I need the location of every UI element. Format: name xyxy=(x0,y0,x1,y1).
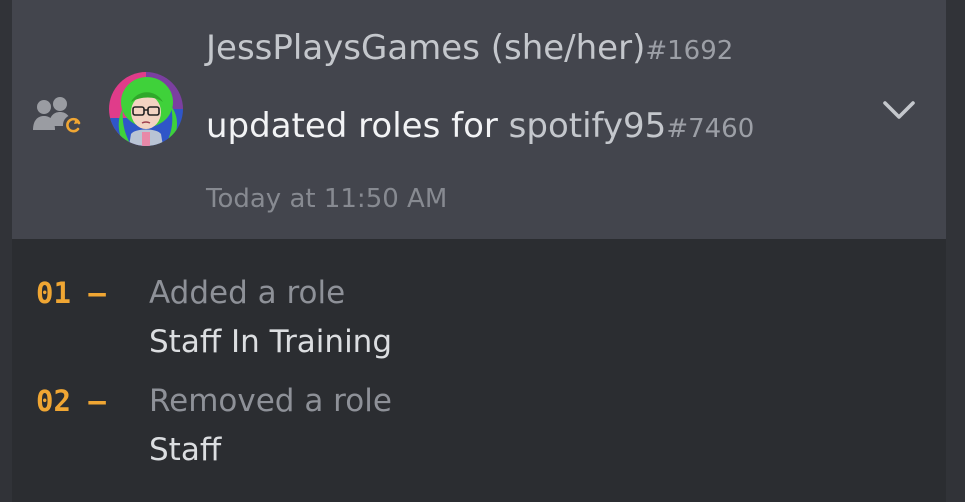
actor-discriminator: #1692 xyxy=(645,36,734,66)
chevron-down-icon[interactable] xyxy=(882,97,916,123)
audit-log-frame: JessPlaysGames (she/her)#1692 updated ro… xyxy=(0,0,965,502)
change-label: Removed a role xyxy=(149,383,392,419)
left-gutter xyxy=(0,0,12,502)
timestamp: Today at 11:50 AM xyxy=(206,184,448,214)
avatar[interactable] xyxy=(109,72,183,146)
target-discriminator: #7460 xyxy=(666,114,755,144)
action-text: updated roles for xyxy=(206,106,498,146)
change-label: Added a role xyxy=(149,275,346,311)
actor-name[interactable]: JessPlaysGames (she/her)#1692 xyxy=(206,28,733,71)
target-username[interactable]: spotify95 xyxy=(509,106,667,146)
actor-username[interactable]: JessPlaysGames (she/her) xyxy=(206,28,645,68)
change-number: 01 — xyxy=(36,276,106,310)
change-number: 02 — xyxy=(36,384,106,418)
right-gutter xyxy=(946,0,965,502)
member-role-update-icon xyxy=(33,97,83,135)
change-value: Staff xyxy=(149,432,222,468)
action-description: updated roles for spotify95#7460 xyxy=(206,105,754,150)
change-value: Staff In Training xyxy=(149,324,393,360)
